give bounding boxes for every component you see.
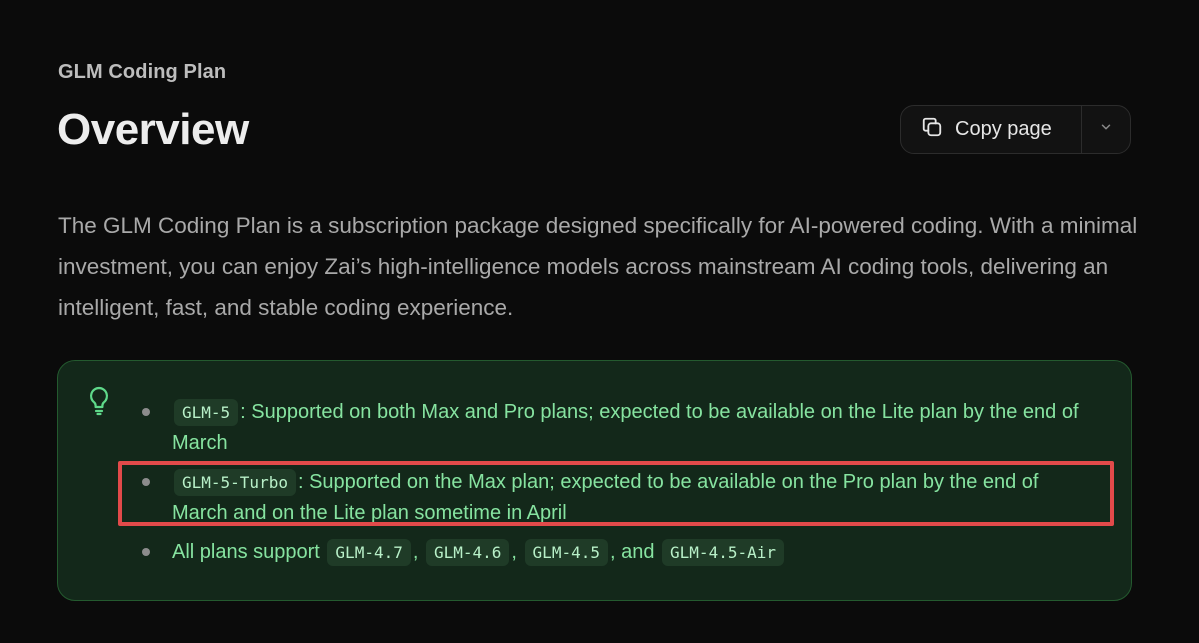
chevron-down-icon [1099, 120, 1113, 139]
tip-callout: GLM-5: Supported on both Max and Pro pla… [57, 360, 1132, 601]
separator: , [412, 541, 419, 563]
model-code: GLM-5 [174, 399, 239, 426]
list-item: GLM-5-Turbo: Supported on the Max plan; … [142, 467, 1082, 527]
model-code: GLM-4.5 [524, 539, 608, 566]
list-item: All plans support GLM-4.7, GLM-4.6, GLM-… [142, 537, 1082, 567]
copy-page-button[interactable]: Copy page [901, 106, 1082, 153]
model-code: GLM-5-Turbo [174, 469, 296, 496]
intro-paragraph: The GLM Coding Plan is a subscription pa… [58, 213, 1138, 320]
model-code: GLM-4.7 [327, 539, 411, 566]
breadcrumb[interactable]: GLM Coding Plan [58, 61, 226, 84]
bullet [142, 478, 150, 486]
copy-page-label: Copy page [955, 118, 1052, 140]
list-item-text: All plans support [172, 541, 326, 563]
separator: , [511, 541, 517, 563]
lightbulb-icon [87, 386, 111, 421]
copy-page-group: Copy page [900, 105, 1131, 154]
docs-page: GLM Coding Plan Overview Copy page The G… [0, 0, 1199, 643]
copy-icon [921, 116, 955, 143]
tip-list: GLM-5: Supported on both Max and Pro pla… [142, 397, 1082, 567]
copy-page-menu-button[interactable] [1082, 106, 1130, 153]
list-item: GLM-5: Supported on both Max and Pro pla… [142, 397, 1082, 457]
list-item-text: : Supported on the Max plan; expected to… [172, 471, 1039, 524]
bullet [142, 548, 150, 556]
model-code: GLM-4.6 [425, 539, 510, 566]
page-title: Overview [57, 105, 249, 154]
list-item-text: : Supported on both Max and Pro plans; e… [172, 401, 1079, 454]
separator: , and [609, 541, 655, 563]
bullet [142, 408, 150, 416]
model-code: GLM-4.5-Air [662, 539, 784, 566]
